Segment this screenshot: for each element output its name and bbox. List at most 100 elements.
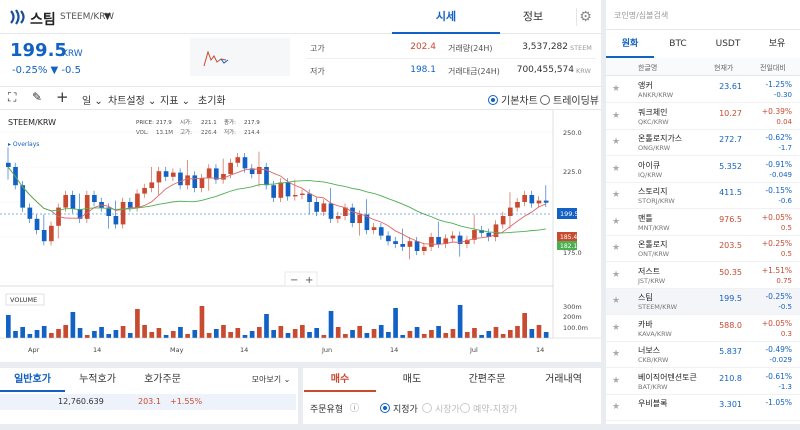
market-row[interactable]: ★ 베이직어텐션토큰 BAT/KRW 210.8 -0.61% -1.3 — [606, 369, 800, 395]
overlays-toggle[interactable]: ▸ Overlays — [8, 141, 39, 148]
fullscreen-icon[interactable]: ⛶ — [8, 90, 16, 105]
market-row[interactable]: ★ 쿼크체인 QKC/KRW 10.27 +0.39% 0.04 — [606, 104, 800, 130]
reserve-order-radio[interactable]: 예약-지정가 — [460, 402, 518, 415]
volume-bar — [206, 333, 212, 338]
candle-body — [206, 168, 212, 179]
col-name[interactable]: 한글명 — [638, 63, 657, 73]
market-row[interactable]: ★ 우비블록 3.301 -1.05% — [606, 395, 800, 421]
x-tick-jun: Jun — [321, 346, 332, 354]
market-row[interactable]: ★ 스팀 STEEM/KRW 199.5 -0.25% -0.5 — [606, 289, 800, 315]
price-chart[interactable]: STEEM/KRW PRICE: 217.9 시가: 221.1 종가: 217… — [0, 110, 601, 360]
tab-quote[interactable]: 시세 — [392, 0, 500, 34]
volume-bar — [6, 315, 11, 338]
tab-usdt[interactable]: USDT — [702, 30, 754, 58]
col-change[interactable]: 전일대비 — [760, 63, 786, 73]
pencil-icon[interactable]: ✎ — [32, 90, 42, 104]
star-icon[interactable]: ★ — [612, 164, 620, 174]
market-row[interactable]: ★ 너보스 CKB/KRW 5.837 -0.49% -0.029 — [606, 342, 800, 368]
tab-sell[interactable]: 매도 — [376, 368, 448, 392]
basic-chart-radio[interactable]: 기본차트 — [488, 92, 538, 107]
zoom-in-button[interactable]: + — [305, 275, 313, 286]
mini-chart — [190, 38, 290, 76]
crosshair-icon[interactable]: + — [56, 88, 69, 106]
volume-bar — [371, 329, 377, 338]
market-order-radio[interactable]: 시장가 — [422, 402, 460, 415]
indicators-button[interactable]: 지표 ⌄ — [160, 92, 190, 107]
coin-name: 맨틀 — [638, 213, 653, 223]
market-row[interactable]: ★ 스토리지 STORJ/KRW 411.5 -0.15% -0.6 — [606, 183, 800, 209]
star-icon[interactable]: ★ — [612, 243, 620, 253]
reset-button[interactable]: 초기화 — [198, 92, 226, 107]
star-icon[interactable]: ★ — [612, 137, 620, 147]
chart-settings-button[interactable]: 차트설정 ⌄ — [108, 92, 156, 107]
volume-bar — [113, 330, 119, 338]
tab-krw[interactable]: 원화 — [606, 30, 654, 58]
star-icon[interactable]: ★ — [612, 111, 620, 121]
coin-name[interactable]: 스팀 — [30, 9, 56, 29]
tab-info[interactable]: 정보 — [500, 0, 566, 34]
star-icon[interactable]: ★ — [612, 217, 620, 227]
market-row[interactable]: ★ 앵커 ANKR/KRW 23.61 -1.25% -0.30 — [606, 77, 800, 103]
volume-bar — [185, 334, 190, 338]
coin-symbol: CKB/KRW — [638, 356, 669, 364]
coin-symbol: JST/KRW — [638, 276, 666, 285]
star-icon[interactable]: ★ — [612, 376, 620, 386]
coin-change-diff: -0.6 — [778, 197, 792, 205]
star-icon[interactable]: ★ — [612, 270, 620, 280]
market-row[interactable]: ★ 카바 KAVA/KRW 588.0 +0.05% 0.3 — [606, 316, 800, 342]
x-tick-apr: Apr — [28, 346, 40, 354]
star-icon[interactable]: ★ — [612, 349, 620, 359]
market-row[interactable]: ★ 저스트 JST/KRW 50.35 +1.51% 0.75 — [606, 263, 800, 289]
tab-simple-order[interactable]: 간편주문 — [448, 368, 526, 392]
tab-cumulative-orderbook[interactable]: 누적호가 — [65, 368, 130, 392]
coin-price: 50.35 — [719, 267, 742, 277]
volume-bar — [278, 326, 284, 338]
candle-body — [386, 235, 391, 242]
market-row[interactable]: ★ 온톨로지 ONT/KRW 203.5 +0.25% 0.5 — [606, 236, 800, 262]
tab-general-orderbook[interactable]: 일반호가 — [0, 368, 65, 392]
zoom-out-button[interactable]: − — [290, 275, 298, 286]
market-row[interactable]: ★ 맨틀 MNT/KRW 976.5 +0.05% 0.5 — [606, 210, 800, 236]
ohlc-close-value: 217.9 — [244, 120, 260, 126]
volume-bar — [429, 330, 434, 338]
tradingview-radio[interactable]: 트레이딩뷰 — [540, 92, 599, 107]
volume-bar — [414, 327, 420, 338]
coin-change-diff: 0.75 — [776, 276, 792, 285]
price-unit: KRW — [62, 49, 83, 59]
vol-tick-100m: 100.0m — [563, 324, 588, 332]
amount-value: 700,455,574 — [516, 65, 574, 75]
star-icon[interactable]: ★ — [612, 190, 620, 200]
gear-icon[interactable]: ⚙ — [576, 8, 594, 26]
star-icon[interactable]: ★ — [612, 323, 620, 333]
tab-btc[interactable]: BTC — [654, 30, 702, 58]
tab-holdings[interactable]: 보유 — [754, 30, 800, 58]
chevron-down-icon[interactable]: ▼ — [104, 12, 111, 22]
tab-orderbook-order[interactable]: 호가주문 — [130, 368, 195, 392]
star-icon[interactable]: ★ — [612, 84, 620, 94]
star-icon[interactable]: ★ — [612, 296, 620, 306]
candle-body — [49, 225, 54, 242]
orderbook-row[interactable]: 12,760.639 203.1 +1.55% — [0, 394, 296, 410]
help-icon[interactable]: ⓘ — [350, 401, 359, 414]
star-icon[interactable]: ★ — [612, 402, 620, 412]
market-row[interactable]: ★ 온톨로지가스 ONG/KRW 272.7 -0.62% -1.7 — [606, 130, 800, 156]
coin-symbol: BAT/KRW — [638, 382, 668, 391]
coin-change-pct: +0.25% — [761, 239, 792, 248]
coin-symbol: STEEM/KRW — [638, 303, 678, 311]
ohlc-vol-value: 13.1M — [156, 130, 173, 136]
coin-symbol: KAVA/KRW — [638, 329, 672, 338]
amount-label: 거래대금(24H) — [448, 67, 500, 76]
candle-body — [436, 237, 441, 244]
view-all-select[interactable]: 모아보기 ⌄ — [246, 368, 296, 392]
candle-body — [41, 230, 47, 242]
order-panel: 일반호가 누적호가 호가주문 모아보기 ⌄ 매수 매도 간편주문 거래내역 12… — [0, 362, 601, 430]
tab-history[interactable]: 거래내역 — [526, 368, 601, 392]
search-input[interactable]: 코인명/심볼검색 — [606, 0, 800, 30]
ohlc-price-label: PRICE: — [136, 120, 154, 126]
period-select[interactable]: 일 ⌄ — [82, 92, 103, 107]
tab-buy[interactable]: 매수 — [304, 368, 376, 392]
market-row[interactable]: ★ 아이큐 IQ/KRW 5.352 -0.91% -0.049 — [606, 157, 800, 183]
limit-order-radio[interactable]: 지정가 — [380, 402, 418, 415]
candle-body — [378, 227, 384, 236]
col-price[interactable]: 현재가 — [714, 63, 733, 73]
